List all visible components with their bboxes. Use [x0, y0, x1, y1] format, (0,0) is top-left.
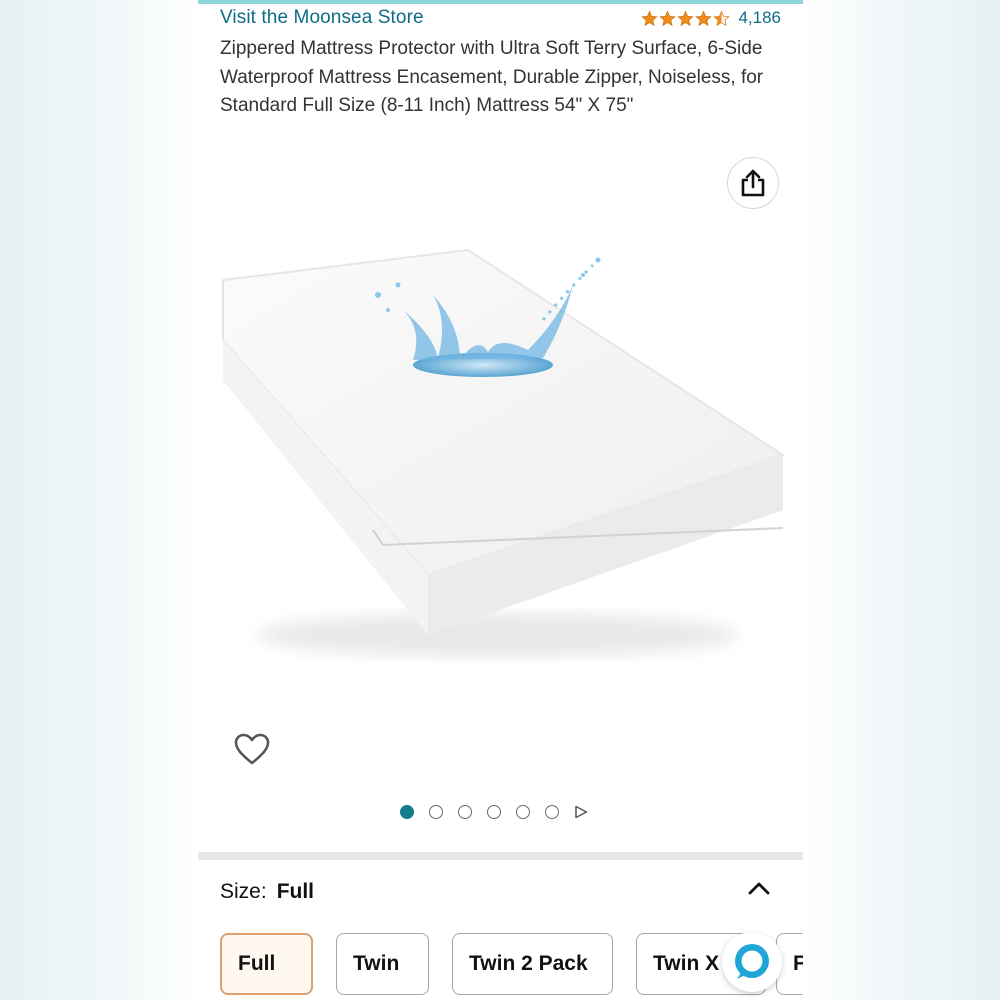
chevron-up-icon[interactable] [746, 878, 772, 898]
star-full-icon [641, 10, 659, 26]
image-pagination[interactable] [400, 805, 588, 819]
store-link[interactable]: Visit the Moonsea Store [220, 7, 424, 29]
pagination-dot[interactable] [545, 805, 559, 819]
assistant-chat-icon [735, 944, 769, 979]
star-half-icon [713, 10, 731, 26]
pagination-dot[interactable] [429, 805, 443, 819]
star-full-icon [677, 10, 695, 26]
heart-icon [234, 733, 270, 765]
size-label: Size: [220, 880, 267, 903]
size-option-full[interactable]: Full [220, 933, 313, 995]
section-divider [198, 852, 803, 860]
pagination-dot[interactable] [487, 805, 501, 819]
pagination-dot[interactable] [516, 805, 530, 819]
size-selected-value: Full [276, 880, 315, 903]
favorite-button[interactable] [232, 730, 272, 770]
size-options: Full Twin Twin 2 Pack Twin X F [220, 933, 803, 997]
star-full-icon [659, 10, 677, 26]
pagination-dot-active[interactable] [400, 805, 414, 819]
size-option-twin-2-pack[interactable]: Twin 2 Pack [452, 933, 613, 995]
share-button[interactable] [727, 157, 779, 209]
rating[interactable]: 4,186 [641, 8, 781, 28]
pagination-dot[interactable] [458, 805, 472, 819]
rating-count[interactable]: 4,186 [738, 8, 781, 28]
product-title: Zippered Mattress Protector with Ultra S… [220, 38, 764, 116]
product-page: Visit the Moonsea Store 4,186 Zippered M… [198, 0, 803, 1000]
star-full-icon [695, 10, 713, 26]
top-accent-strip [198, 0, 803, 4]
size-selector-header: Size: Full [220, 880, 314, 904]
play-triangle-icon[interactable] [574, 805, 588, 819]
assistant-button[interactable] [722, 932, 782, 992]
product-image[interactable] [198, 240, 803, 680]
size-option-twin[interactable]: Twin [336, 933, 429, 995]
rating-stars [641, 10, 731, 27]
share-icon [741, 169, 765, 197]
